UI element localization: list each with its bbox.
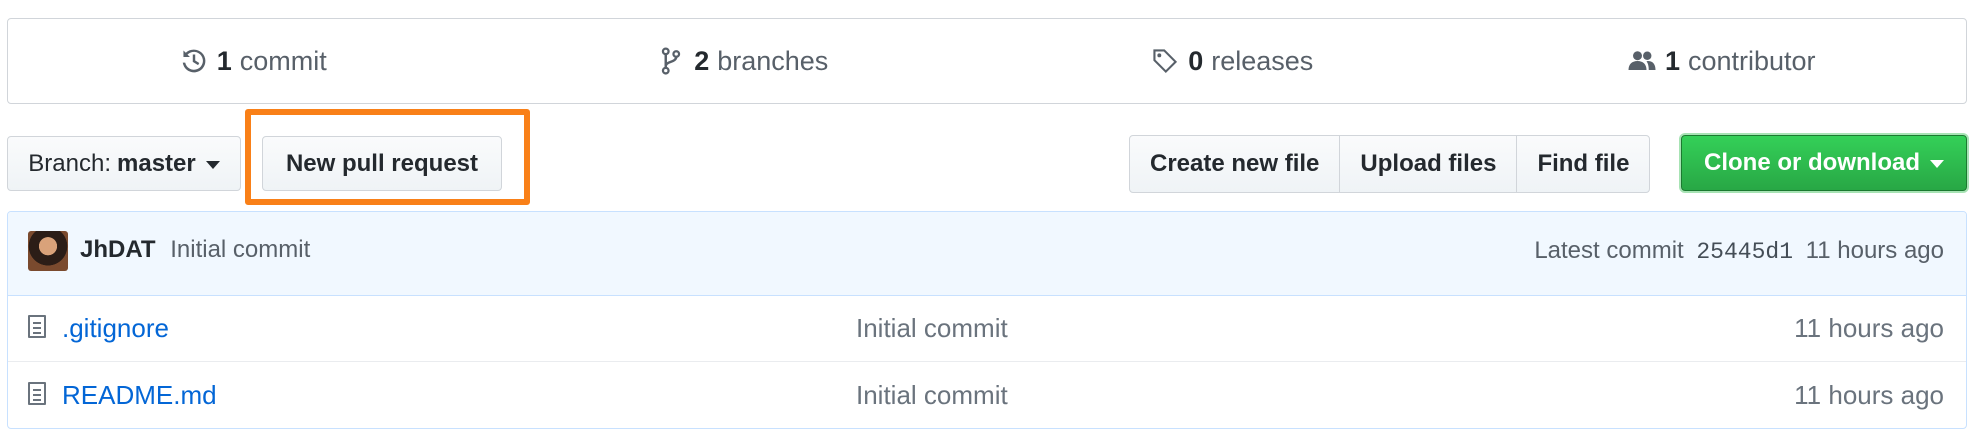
releases-count: 0 xyxy=(1188,45,1204,76)
file-commit-message[interactable]: Initial commit xyxy=(856,380,1008,411)
contributors-count: 1 xyxy=(1664,45,1680,76)
clone-or-download-button[interactable]: Clone or download xyxy=(1681,135,1967,191)
branch-select-button[interactable]: Branch: master xyxy=(7,136,241,191)
commit-summary: JhDAT Initial commit xyxy=(80,236,310,264)
tag-icon xyxy=(1150,46,1180,76)
file-table: JhDAT Initial commit Latest commit 25445… xyxy=(7,211,1967,429)
avatar[interactable] xyxy=(28,231,68,271)
new-pull-request-button[interactable]: New pull request xyxy=(262,136,502,191)
commits-label: commit xyxy=(239,45,327,76)
commit-sha[interactable]: 25445d1 xyxy=(1696,239,1793,265)
file-actions-group: Create new file Upload files Find file xyxy=(1129,135,1651,193)
releases-label: releases xyxy=(1211,45,1314,76)
table-row: README.md Initial commit 11 hours ago xyxy=(8,362,1966,428)
caret-down-icon xyxy=(1930,160,1944,168)
file-name-link[interactable]: .gitignore xyxy=(62,313,169,344)
branches-count: 2 xyxy=(694,45,710,76)
history-icon xyxy=(179,46,209,76)
commit-age: 11 hours ago xyxy=(1805,237,1944,264)
branch-name: master xyxy=(117,149,196,177)
branches-label: branches xyxy=(717,45,829,76)
branch-prefix: Branch: xyxy=(28,149,111,177)
commits-count: 1 xyxy=(216,45,232,76)
latest-commit-info: Latest commit 25445d1 11 hours ago xyxy=(1534,237,1944,265)
file-name-link[interactable]: README.md xyxy=(62,380,217,411)
commits-link[interactable]: 1 commit xyxy=(8,19,498,103)
commit-author[interactable]: JhDAT xyxy=(80,236,156,263)
file-icon xyxy=(28,315,46,338)
clone-or-download-label: Clone or download xyxy=(1704,149,1920,176)
releases-link[interactable]: 0 releases xyxy=(987,19,1477,103)
table-row: .gitignore Initial commit 11 hours ago xyxy=(8,295,1966,362)
repo-summary-bar: 1 commit 2 branches 0 releases 1 contrib… xyxy=(7,18,1967,104)
caret-down-icon xyxy=(205,160,220,169)
upload-files-button[interactable]: Upload files xyxy=(1339,135,1518,193)
commit-message[interactable]: Initial commit xyxy=(170,236,310,263)
file-age: 11 hours ago xyxy=(1794,380,1944,410)
file-icon xyxy=(28,382,46,405)
latest-commit-bar: JhDAT Initial commit Latest commit 25445… xyxy=(8,212,1966,296)
find-file-button[interactable]: Find file xyxy=(1516,135,1651,193)
contributors-link[interactable]: 1 contributor xyxy=(1477,19,1967,103)
branches-link[interactable]: 2 branches xyxy=(498,19,988,103)
people-icon xyxy=(1627,46,1657,76)
contributors-label: contributor xyxy=(1687,45,1816,76)
file-age: 11 hours ago xyxy=(1794,313,1944,343)
latest-commit-prefix: Latest commit xyxy=(1534,237,1684,264)
file-commit-message[interactable]: Initial commit xyxy=(856,313,1008,344)
create-new-file-button[interactable]: Create new file xyxy=(1129,135,1341,193)
branch-icon xyxy=(656,46,686,76)
